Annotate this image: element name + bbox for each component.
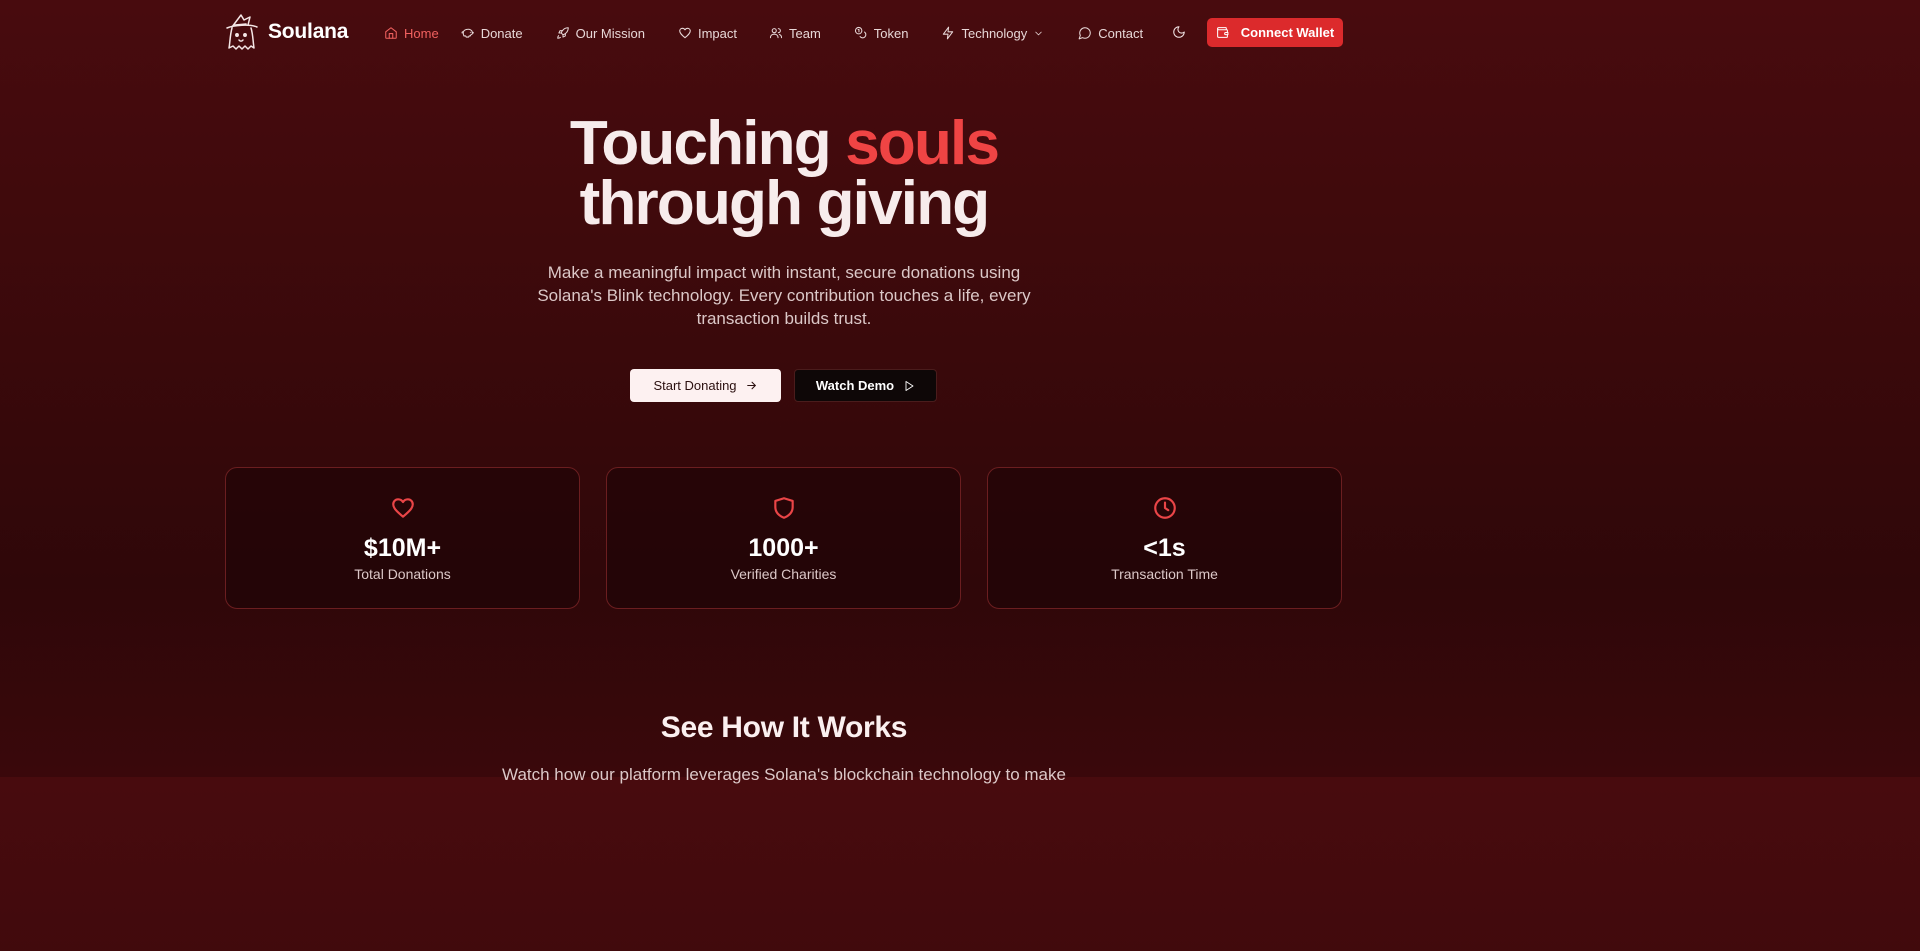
- how-it-works-title: See How It Works: [660, 711, 908, 744]
- rocket-icon: [556, 27, 569, 39]
- top-navigation: Soulana Home Donate Our Mission Impact T…: [0, 0, 1568, 64]
- brand[interactable]: Soulana: [224, 13, 348, 51]
- start-donating-button[interactable]: Start Donating: [630, 369, 781, 402]
- stat-card-verified-charities: 1000+ Verified Charities: [606, 467, 961, 609]
- piggy-bank-icon: [461, 28, 474, 38]
- nav-item-home[interactable]: Home: [384, 26, 439, 41]
- stat-value: <1s: [1143, 534, 1186, 562]
- shield-icon: [771, 495, 797, 521]
- stat-label: Transaction Time: [1111, 566, 1218, 582]
- users-icon: [769, 28, 783, 39]
- how-it-works-subtitle: Watch how our platform leverages Solana'…: [502, 765, 1066, 784]
- hero-title-part1: Touching: [569, 109, 846, 178]
- main-menu: Home Donate Our Mission Impact Team Toke…: [384, 22, 1143, 44]
- moon-icon: [1173, 26, 1185, 38]
- nav-item-donate[interactable]: Donate: [461, 26, 523, 41]
- nav-item-token[interactable]: Token: [854, 25, 909, 41]
- connect-wallet-label: Connect Wallet: [1240, 25, 1335, 40]
- brand-name: Soulana: [268, 20, 349, 43]
- coins-icon: [854, 26, 867, 39]
- nav-item-contact[interactable]: Contact: [1078, 26, 1143, 41]
- home-icon: [385, 27, 397, 39]
- zap-icon: [943, 26, 954, 40]
- hero-title-line2: through giving: [579, 169, 991, 238]
- stat-label: Total Donations: [354, 566, 451, 582]
- nav-item-label: Our Mission: [575, 25, 645, 41]
- clock-icon: [1152, 495, 1178, 521]
- arrow-right-icon: [746, 381, 756, 390]
- stat-card-total-donations: $10M+ Total Donations: [225, 467, 580, 609]
- nav-item-label: Technology: [961, 25, 1028, 41]
- watch-demo-button[interactable]: Watch Demo: [794, 369, 937, 402]
- nav-item-label: Token: [873, 25, 909, 41]
- chevron-down-icon: [1035, 31, 1042, 35]
- theme-toggle-button[interactable]: [1169, 22, 1189, 42]
- play-icon: [905, 380, 914, 391]
- heart-icon: [679, 27, 691, 39]
- watch-demo-label: Watch Demo: [815, 378, 895, 393]
- nav-item-team[interactable]: Team: [769, 26, 821, 41]
- nav-item-technology[interactable]: Technology: [941, 26, 1044, 41]
- connect-wallet-button[interactable]: Connect Wallet: [1207, 18, 1343, 47]
- heart-icon: [390, 495, 416, 521]
- witch-ghost-logo-icon: [226, 14, 258, 50]
- stat-value: 1000+: [748, 534, 819, 562]
- nav-item-label: Impact: [697, 25, 737, 41]
- message-circle-icon: [1078, 27, 1092, 40]
- stat-card-transaction-time: <1s Transaction Time: [987, 467, 1342, 609]
- wallet-icon: [1216, 27, 1229, 38]
- hero-title-accent: souls: [845, 109, 1000, 178]
- nav-item-label: Donate: [480, 25, 523, 41]
- stat-label: Verified Charities: [730, 566, 837, 582]
- stat-value: $10M+: [363, 534, 442, 562]
- nav-item-label: Team: [788, 25, 821, 41]
- start-donating-label: Start Donating: [653, 378, 737, 393]
- hero-title: Touching souls through giving: [0, 113, 1568, 235]
- nav-item-label: Contact: [1098, 25, 1144, 41]
- nav-item-label: Home: [404, 25, 439, 41]
- nav-item-our-mission[interactable]: Our Mission: [556, 26, 645, 41]
- hero-subtitle: Make a meaningful impact with instant, s…: [537, 263, 1031, 328]
- nav-item-impact[interactable]: Impact: [678, 26, 737, 41]
